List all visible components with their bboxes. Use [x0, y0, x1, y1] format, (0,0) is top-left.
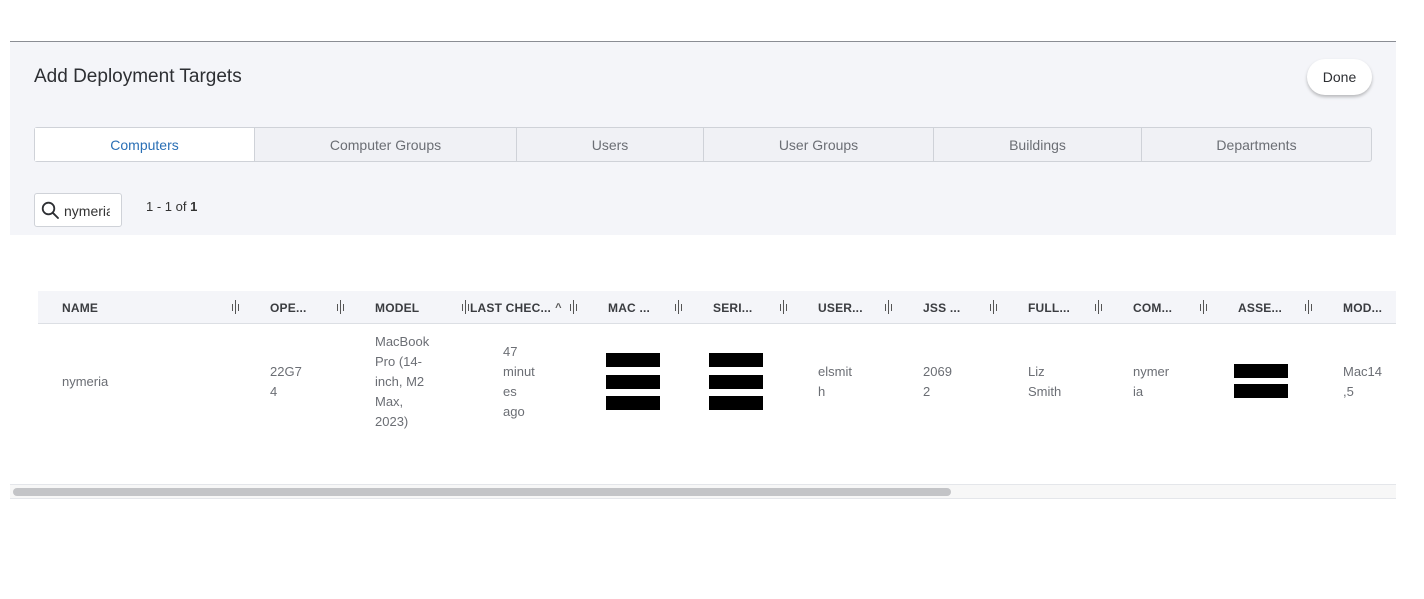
done-button[interactable]: Done — [1307, 59, 1372, 95]
search-icon — [41, 201, 59, 219]
column-header-model[interactable]: MODEL — [375, 291, 419, 324]
tab-departments[interactable]: Departments — [1141, 128, 1371, 161]
column-resize-handle[interactable] — [988, 300, 998, 314]
dialog-header-panel: Add Deployment Targets Done Computers Co… — [10, 41, 1396, 235]
search-input[interactable] — [64, 201, 110, 220]
column-header-serial[interactable]: SERI... — [713, 291, 752, 324]
tab-computer-groups[interactable]: Computer Groups — [254, 128, 516, 161]
tab-buildings[interactable]: Buildings — [933, 128, 1141, 161]
column-header-mac-address[interactable]: MAC ... — [608, 291, 650, 324]
dialog-title: Add Deployment Targets — [34, 66, 242, 87]
cell-jss-id: 2069 2 — [923, 364, 952, 399]
cell-username: elsmit h — [818, 364, 852, 399]
cell-model: MacBook Pro (14- inch, M2 Max, 2023) — [375, 334, 430, 429]
tab-user-groups[interactable]: User Groups — [703, 128, 933, 161]
column-header-computer-name[interactable]: COM... — [1133, 291, 1172, 324]
horizontal-scrollbar[interactable] — [10, 484, 1396, 499]
column-header-jss-id[interactable]: JSS ... — [923, 291, 960, 324]
column-header-name[interactable]: NAME — [62, 291, 98, 324]
cell-name: nymeria — [62, 374, 109, 389]
search-box — [34, 193, 122, 227]
tab-users[interactable]: Users — [516, 128, 703, 161]
scrollbar-thumb[interactable] — [13, 488, 951, 496]
column-resize-handle[interactable] — [568, 300, 578, 314]
computers-table: NAME OPE... MODEL LAST CHEC... ^ MAC ... … — [38, 291, 1396, 484]
tab-computers[interactable]: Computers — [35, 128, 254, 161]
sort-ascending-icon: ^ — [555, 301, 562, 314]
column-header-os[interactable]: OPE... — [270, 291, 307, 324]
cell-model-id: Mac14,5 — [1343, 364, 1383, 399]
column-resize-handle[interactable] — [778, 300, 788, 314]
pagination-count: 1 - 1 of 1 — [146, 199, 198, 214]
column-header-last-check-in[interactable]: LAST CHEC... ^ — [470, 291, 562, 324]
column-resize-handle[interactable] — [883, 300, 893, 314]
cell-last-check-in: 47 minut es ago — [503, 344, 535, 419]
column-resize-handle[interactable] — [673, 300, 683, 314]
column-header-model-id[interactable]: MOD... — [1343, 291, 1382, 324]
column-resize-handle[interactable] — [1093, 300, 1103, 314]
column-resize-handle[interactable] — [1198, 300, 1208, 314]
column-header-asset-tag[interactable]: ASSE... — [1238, 291, 1282, 324]
column-header-username[interactable]: USER... — [818, 291, 863, 324]
cell-computer-name: nymer ia — [1133, 364, 1170, 399]
column-resize-handle[interactable] — [230, 300, 240, 314]
column-resize-handle[interactable] — [335, 300, 345, 314]
table-header: NAME OPE... MODEL LAST CHEC... ^ MAC ... … — [38, 291, 1396, 324]
column-resize-handle[interactable] — [460, 300, 470, 314]
column-resize-handle[interactable] — [1303, 300, 1313, 314]
target-type-tabs: Computers Computer Groups Users User Gro… — [34, 127, 1372, 162]
cell-full-name: Liz Smith — [1028, 364, 1062, 399]
column-header-full-name[interactable]: FULL... — [1028, 291, 1070, 324]
cell-os: 22G7 4 — [270, 364, 302, 399]
